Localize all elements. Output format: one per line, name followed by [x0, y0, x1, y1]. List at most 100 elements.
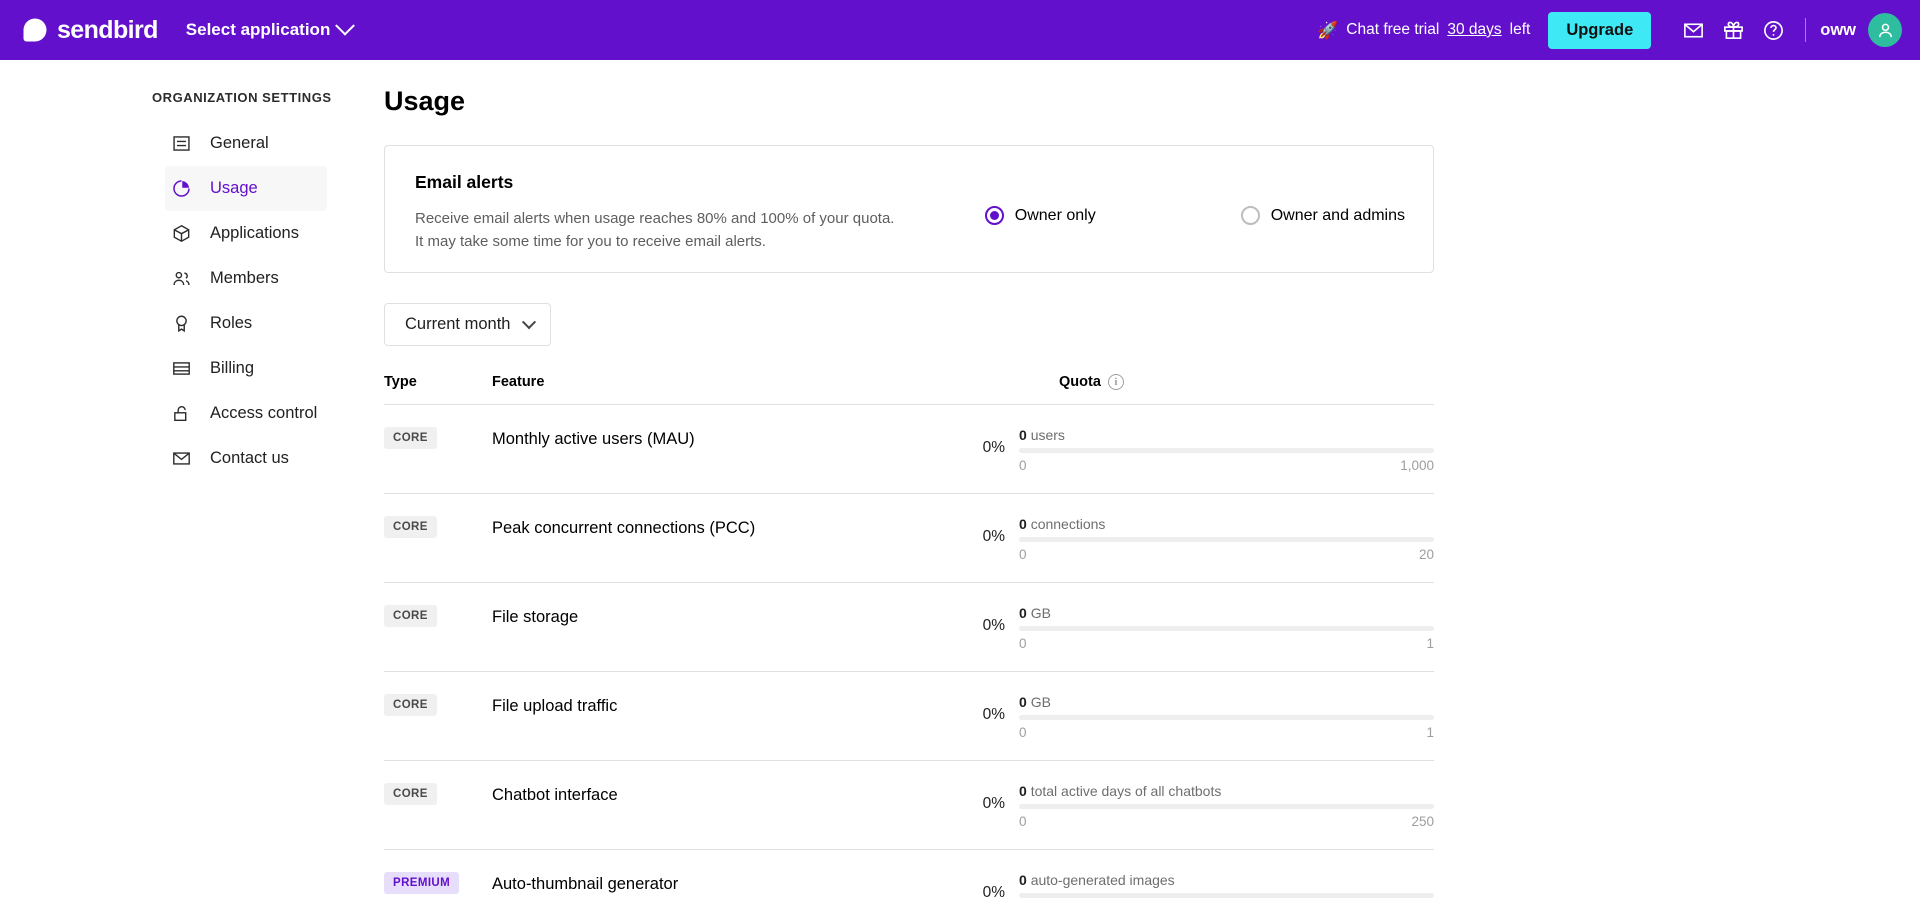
sendbird-logo[interactable]: sendbird: [22, 17, 158, 43]
table-row: CORE Monthly active users (MAU) 0% 0 users 0…: [384, 404, 1434, 493]
table-row: CORE Peak concurrent connections (PCC) 0% 0…: [384, 493, 1434, 582]
pie-chart-icon: [170, 178, 192, 200]
sidebar-item-label: Usage: [210, 179, 258, 197]
sendbird-mark-icon: [23, 18, 47, 42]
list-icon: [170, 133, 192, 155]
cell-quota: 0% 0 GB 0 1: [954, 605, 1434, 651]
sidebar-item-roles[interactable]: Roles: [165, 301, 327, 346]
usage-percent: 0%: [982, 706, 1005, 723]
period-selector[interactable]: Current month: [384, 303, 552, 346]
radio-owner-only[interactable]: Owner only: [984, 206, 1096, 225]
top-bar-right-group: 🚀 Chat free trial 30 days left Upgrade o…: [1317, 10, 1902, 50]
sidebar-item-label: Billing: [210, 359, 255, 377]
period-selector-value: Current month: [405, 315, 511, 333]
usage-amount-value: 0: [1019, 605, 1027, 621]
status-badge: CORE: [384, 694, 437, 716]
badge-icon: [170, 313, 192, 335]
usage-range-max: 20: [1418, 547, 1434, 562]
credit-card-icon: [170, 358, 192, 380]
cell-feature-name: Auto-thumbnail generator: [492, 875, 679, 893]
email-alerts-description-line1: Receive email alerts when usage reaches …: [415, 210, 895, 227]
usage-progress-bar: [1019, 715, 1434, 720]
usage-percent: 0%: [982, 439, 1005, 456]
usage-range-labels: 0 1,000: [1019, 458, 1434, 473]
usage-progress-bar: [1019, 537, 1434, 542]
info-icon[interactable]: i: [1107, 374, 1124, 390]
usage-amount-label: 0 total active days of all chatbots: [1019, 783, 1434, 799]
usage-amount-unit: GB: [1030, 694, 1051, 710]
sidebar-item-label: General: [210, 134, 269, 152]
column-header-quota-group: Quota i: [954, 374, 1434, 390]
usage-amount-unit: auto-generated images: [1030, 872, 1175, 888]
usage-progress-bar: [1019, 804, 1434, 809]
usage-bar-group: 0 connections 0 20: [1019, 516, 1434, 562]
content-inner: Email alerts Receive email alerts when u…: [384, 145, 1434, 902]
trial-suffix-label: left: [1509, 21, 1531, 38]
chevron-down-icon: [335, 15, 356, 36]
radio-label: Owner only: [1014, 206, 1096, 224]
radio-owner-and-admins[interactable]: Owner and admins: [1240, 206, 1405, 225]
usage-range-labels: 01: [1019, 725, 1434, 740]
column-header-quota: Quota: [1059, 374, 1101, 390]
cell-type: CORE: [384, 605, 492, 627]
cell-type: CORE: [384, 783, 492, 805]
trial-prefix-label: Chat free trial: [1346, 21, 1440, 38]
sidebar-item-billing[interactable]: Billing: [165, 346, 327, 391]
sidebar-item-applications[interactable]: Applications: [165, 211, 327, 256]
avatar[interactable]: [1868, 13, 1902, 47]
brand-name: sendbird: [57, 15, 158, 44]
trial-status: 🚀 Chat free trial 30 days left: [1317, 21, 1530, 39]
status-badge: CORE: [384, 427, 437, 449]
usage-range-min: 0: [1019, 636, 1027, 651]
email-alerts-text-group: Email alerts Receive email alerts when u…: [415, 172, 894, 254]
radio-label: Owner and admins: [1270, 206, 1405, 224]
table-row: CORE Chatbot interface 0% 0 total active da…: [384, 760, 1434, 849]
usage-bar-group: 0 users 0 1,000: [1019, 427, 1434, 473]
status-badge: CORE: [384, 605, 437, 627]
envelope-icon: [170, 448, 192, 470]
trial-days-remaining: 30 days: [1447, 21, 1502, 38]
usage-amount-unit: connections: [1030, 516, 1106, 532]
usage-progress-bar: [1019, 893, 1434, 898]
sidebar-item-usage[interactable]: Usage: [165, 166, 327, 211]
application-selector[interactable]: Select application: [186, 15, 356, 40]
upgrade-button[interactable]: Upgrade: [1548, 11, 1652, 49]
table-row: PREMIUM Auto-thumbnail generator 0% 0 auto-…: [384, 849, 1434, 902]
sidebar-item-label: Members: [210, 269, 279, 287]
sidebar-item-access-control[interactable]: Access control: [165, 391, 327, 436]
usage-range-min: 0: [1019, 814, 1027, 829]
email-alerts-description: Receive email alerts when usage reaches …: [415, 207, 894, 254]
sidebar-item-general[interactable]: General: [165, 121, 327, 166]
usage-bar-group: 0 total active days of all chatbots 0 250: [1019, 783, 1434, 829]
top-navigation-bar: sendbird Select application 🚀 Chat free …: [0, 0, 1920, 60]
usage-range-labels: 01: [1019, 636, 1434, 651]
cell-feature-name: File storage: [492, 608, 579, 626]
radio-indicator-icon: [1240, 206, 1260, 225]
usage-range-max: 250: [1411, 814, 1434, 829]
gift-icon[interactable]: [1713, 10, 1753, 50]
cell-quota: 0% 0 GB 0 1: [954, 694, 1434, 740]
mail-icon[interactable]: [1673, 10, 1713, 50]
email-alerts-description-line2: It may take some time for you to receive…: [415, 233, 766, 251]
sidebar-item-members[interactable]: Members: [165, 256, 327, 301]
usage-amount-unit: total active days of all chatbots: [1030, 783, 1222, 799]
lock-open-icon: [170, 403, 192, 425]
usage-amount-label: 0 GB: [1019, 605, 1434, 621]
help-icon[interactable]: [1753, 10, 1793, 50]
email-alerts-title: Email alerts: [415, 172, 514, 192]
usage-amount-value: 0: [1019, 694, 1027, 710]
usage-bar-group: 0 GB 0 1: [1019, 605, 1434, 651]
status-badge: CORE: [384, 783, 437, 805]
usage-percent: 0%: [982, 884, 1005, 901]
email-alerts-radio-group: Owner only Owner and admins: [984, 172, 1405, 225]
sidebar-item-contact-us[interactable]: Contact us: [165, 436, 327, 481]
radio-indicator-icon: [984, 206, 1004, 225]
cell-quota: 0% 0 auto-generated images: [954, 872, 1434, 902]
cell-quota: 0% 0 total active days of all chatbots 0 25…: [954, 783, 1434, 829]
usage-range-labels: 0 250: [1019, 814, 1434, 829]
usage-progress-bar: [1019, 448, 1434, 453]
cell-feature-name: Monthly active users (MAU): [492, 430, 695, 448]
usage-amount-unit: GB: [1030, 605, 1051, 621]
usage-bar-group: 0 auto-generated images: [1019, 872, 1434, 902]
usage-range-min: 0: [1019, 547, 1027, 562]
